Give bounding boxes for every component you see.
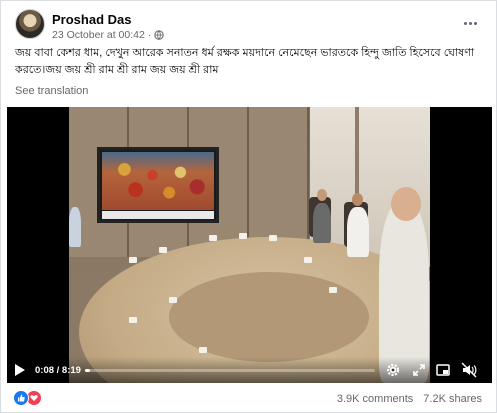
video-progress-bar[interactable]	[85, 369, 375, 372]
video-progress-fill	[85, 369, 90, 372]
post-footer: 3.9K comments 7.2K shares	[1, 385, 496, 412]
tv-screen	[97, 147, 219, 223]
post-text: জয় বাবা কেশর ধাম, দেখুন আরেক সনাতন ধর্ম…	[15, 47, 475, 76]
post-card: Proshad Das 23 October at 00:42 · জয় বা…	[0, 0, 497, 413]
comments-count[interactable]: 3.9K comments	[337, 393, 413, 405]
more-options-icon[interactable]	[460, 15, 480, 31]
globe-icon[interactable]	[154, 30, 165, 40]
post-date[interactable]: 23 October at 00:42	[52, 29, 145, 41]
meta-separator: ·	[147, 29, 152, 41]
fullscreen-icon[interactable]	[411, 362, 427, 378]
video-player[interactable]: 0:08 / 8:19	[7, 107, 492, 383]
play-icon[interactable]	[15, 364, 25, 376]
volume-icon[interactable]	[461, 362, 477, 378]
engagement-stats: 3.9K comments 7.2K shares	[337, 393, 482, 405]
shares-count[interactable]: 7.2K shares	[423, 393, 482, 405]
video-controls: 0:08 / 8:19	[7, 357, 492, 383]
reaction-summary[interactable]	[13, 390, 47, 406]
post-meta: 23 October at 00:42 ·	[52, 29, 165, 41]
see-translation-link[interactable]: See translation	[15, 85, 88, 97]
post-header: Proshad Das 23 October at 00:42 ·	[1, 1, 496, 41]
author-avatar[interactable]	[15, 9, 45, 39]
picture-in-picture-icon[interactable]	[435, 362, 451, 378]
settings-icon[interactable]	[385, 362, 401, 378]
video-frame	[69, 107, 430, 383]
like-icon	[13, 390, 29, 406]
video-time: 0:08 / 8:19	[35, 365, 81, 376]
author-name[interactable]: Proshad Das	[52, 12, 131, 27]
